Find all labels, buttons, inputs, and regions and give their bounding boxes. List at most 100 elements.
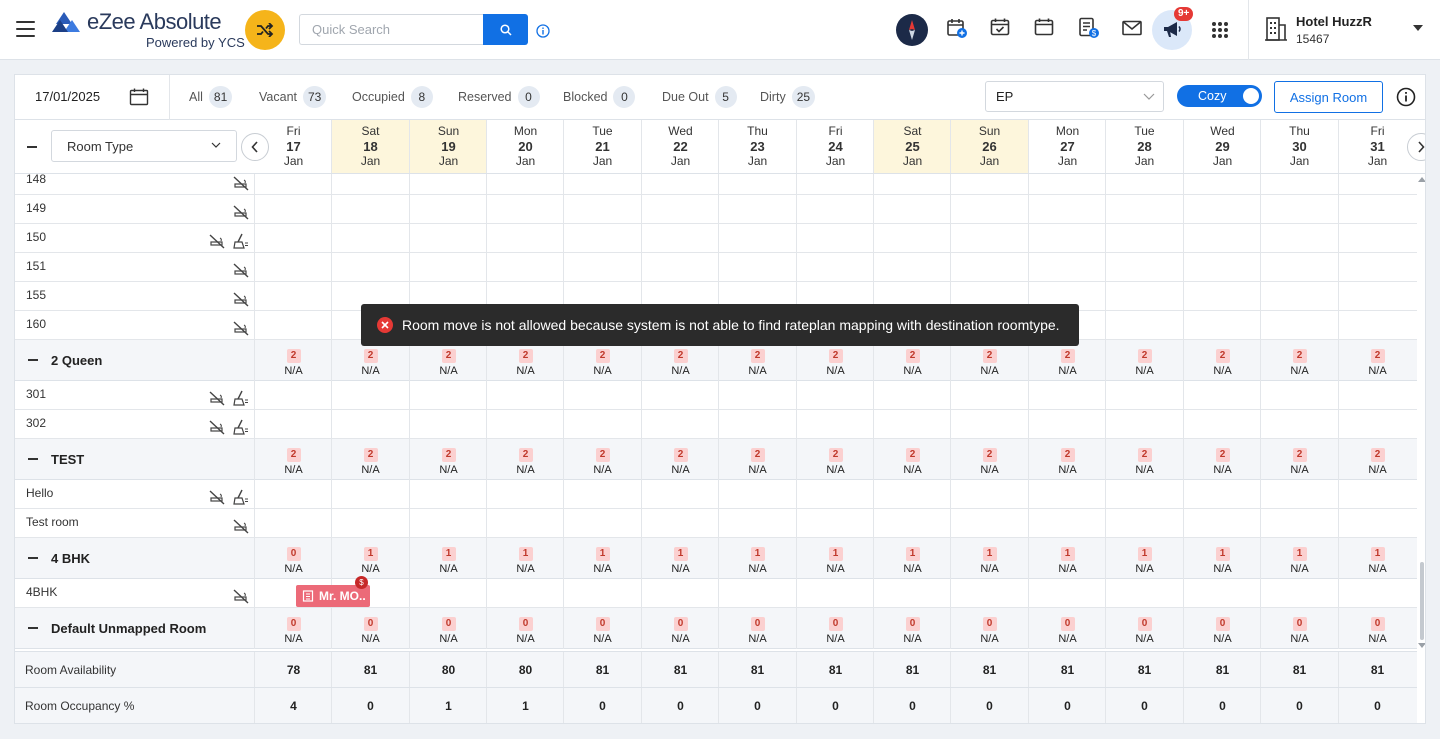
availability-cell[interactable]: 2 N/A <box>719 445 796 476</box>
availability-cell[interactable]: 2 N/A <box>1339 346 1416 377</box>
date-column-header[interactable]: Mon 27 Jan <box>1029 120 1106 173</box>
scroll-down-icon[interactable] <box>1418 643 1426 648</box>
availability-cell[interactable]: 1 N/A <box>797 544 874 575</box>
date-column-header[interactable]: Sun 19 Jan <box>410 120 487 173</box>
info-icon[interactable] <box>536 24 550 38</box>
availability-cell[interactable]: 2 N/A <box>487 346 564 377</box>
room-name[interactable]: 4BHK <box>26 585 57 599</box>
room-name[interactable]: 150 <box>26 230 46 244</box>
room-name[interactable]: 302 <box>26 416 46 430</box>
chevron-down-icon[interactable] <box>1413 25 1423 31</box>
filter-due-out[interactable]: Due Out 5 <box>662 86 737 108</box>
room-type-name[interactable]: 2 Queen <box>51 353 102 368</box>
availability-cell[interactable]: 0 N/A <box>951 614 1028 645</box>
availability-cell[interactable]: 2 N/A <box>1184 346 1261 377</box>
hotel-name[interactable]: Hotel HuzzR <box>1296 14 1372 29</box>
search-button[interactable] <box>483 14 528 45</box>
info-icon[interactable] <box>1396 87 1416 107</box>
room-name[interactable]: Hello <box>26 486 53 500</box>
availability-cell[interactable]: 0 N/A <box>1184 614 1261 645</box>
date-column-header[interactable]: Fri 31 Jan <box>1339 120 1416 173</box>
availability-cell[interactable]: 1 N/A <box>564 544 641 575</box>
availability-cell[interactable]: 1 N/A <box>1184 544 1261 575</box>
room-type-name[interactable]: 4 BHK <box>51 551 90 566</box>
availability-cell[interactable]: 2 N/A <box>1106 445 1183 476</box>
rateplan-select[interactable]: EP <box>985 81 1164 112</box>
availability-cell[interactable]: 1 N/A <box>332 544 409 575</box>
availability-cell[interactable]: 2 N/A <box>1106 346 1183 377</box>
availability-cell[interactable]: 2 N/A <box>255 445 332 476</box>
date-column-header[interactable]: Wed 22 Jan <box>642 120 719 173</box>
date-column-header[interactable]: Sat 18 Jan <box>332 120 409 173</box>
room-name[interactable]: Test room <box>26 515 79 529</box>
availability-cell[interactable]: 0 N/A <box>642 614 719 645</box>
availability-cell[interactable]: 1 N/A <box>487 544 564 575</box>
collapse-room-type-icon[interactable] <box>28 627 38 629</box>
compass-icon[interactable] <box>896 14 928 46</box>
date-column-header[interactable]: Wed 29 Jan <box>1184 120 1261 173</box>
date-column-header[interactable]: Fri 17 Jan <box>255 120 332 173</box>
scrollbar-thumb[interactable] <box>1420 562 1424 640</box>
availability-cell[interactable]: 0 N/A <box>255 544 332 575</box>
availability-cell[interactable]: 0 N/A <box>410 614 487 645</box>
availability-cell[interactable]: 1 N/A <box>1029 544 1106 575</box>
availability-cell[interactable]: 1 N/A <box>874 544 951 575</box>
availability-cell[interactable]: 2 N/A <box>951 346 1028 377</box>
availability-cell[interactable]: 0 N/A <box>1106 614 1183 645</box>
availability-cell[interactable]: 0 N/A <box>1339 614 1416 645</box>
date-column-header[interactable]: Fri 24 Jan <box>797 120 874 173</box>
availability-cell[interactable]: 2 N/A <box>719 346 796 377</box>
room-name[interactable]: 148 <box>26 174 46 186</box>
availability-cell[interactable]: 2 N/A <box>642 346 719 377</box>
selected-date[interactable]: 17/01/2025 <box>35 89 100 104</box>
quick-search-input[interactable] <box>299 14 484 45</box>
calendar-icon[interactable] <box>1034 17 1054 37</box>
date-column-header[interactable]: Mon 20 Jan <box>487 120 564 173</box>
mail-icon[interactable] <box>1122 20 1142 36</box>
date-column-header[interactable]: Thu 23 Jan <box>719 120 796 173</box>
room-name[interactable]: 160 <box>26 317 46 331</box>
calendar-check-icon[interactable] <box>990 17 1010 37</box>
availability-cell[interactable]: 1 N/A <box>1106 544 1183 575</box>
availability-cell[interactable]: 2 N/A <box>874 445 951 476</box>
availability-cell[interactable]: 1 N/A <box>1261 544 1338 575</box>
availability-cell[interactable]: 2 N/A <box>1029 445 1106 476</box>
app-logo[interactable]: eZee Absolute Powered by YCS <box>50 9 250 51</box>
availability-cell[interactable]: 2 N/A <box>410 346 487 377</box>
filter-all[interactable]: All 81 <box>189 86 233 108</box>
date-column-header[interactable]: Sun 26 Jan <box>951 120 1028 173</box>
availability-cell[interactable]: 2 N/A <box>410 445 487 476</box>
filter-blocked[interactable]: Blocked 0 <box>563 86 636 108</box>
room-type-name[interactable]: Default Unmapped Room <box>51 621 206 636</box>
date-column-header[interactable]: Tue 28 Jan <box>1106 120 1183 173</box>
availability-cell[interactable]: 2 N/A <box>1261 346 1338 377</box>
availability-cell[interactable]: 0 N/A <box>255 614 332 645</box>
collapse-room-type-icon[interactable] <box>28 557 38 559</box>
availability-cell[interactable]: 2 N/A <box>564 445 641 476</box>
availability-cell[interactable]: 2 N/A <box>874 346 951 377</box>
invoice-payment-icon[interactable]: $ <box>1078 17 1100 39</box>
availability-cell[interactable]: 0 N/A <box>874 614 951 645</box>
availability-cell[interactable]: 0 N/A <box>487 614 564 645</box>
availability-cell[interactable]: 1 N/A <box>1339 544 1416 575</box>
calendar-add-icon[interactable] <box>946 17 968 39</box>
apps-grid-icon[interactable] <box>1211 21 1229 39</box>
availability-cell[interactable]: 2 N/A <box>797 346 874 377</box>
assign-room-button[interactable]: Assign Room <box>1274 81 1383 113</box>
availability-cell[interactable]: 2 N/A <box>487 445 564 476</box>
availability-cell[interactable]: 1 N/A <box>410 544 487 575</box>
filter-vacant[interactable]: Vacant 73 <box>259 86 327 108</box>
cozy-view-toggle[interactable]: Cozy <box>1177 85 1262 107</box>
availability-cell[interactable]: 0 N/A <box>719 614 796 645</box>
filter-reserved[interactable]: Reserved 0 <box>458 86 540 108</box>
collapse-all-icon[interactable] <box>27 146 37 148</box>
room-name[interactable]: 149 <box>26 201 46 215</box>
collapse-room-type-icon[interactable] <box>28 359 38 361</box>
availability-cell[interactable]: 0 N/A <box>797 614 874 645</box>
room-name[interactable]: 151 <box>26 259 46 273</box>
room-type-name[interactable]: TEST <box>51 452 84 467</box>
availability-cell[interactable]: 2 N/A <box>1184 445 1261 476</box>
date-column-header[interactable]: Thu 30 Jan <box>1261 120 1338 173</box>
availability-cell[interactable]: 1 N/A <box>642 544 719 575</box>
availability-cell[interactable]: 2 N/A <box>332 346 409 377</box>
